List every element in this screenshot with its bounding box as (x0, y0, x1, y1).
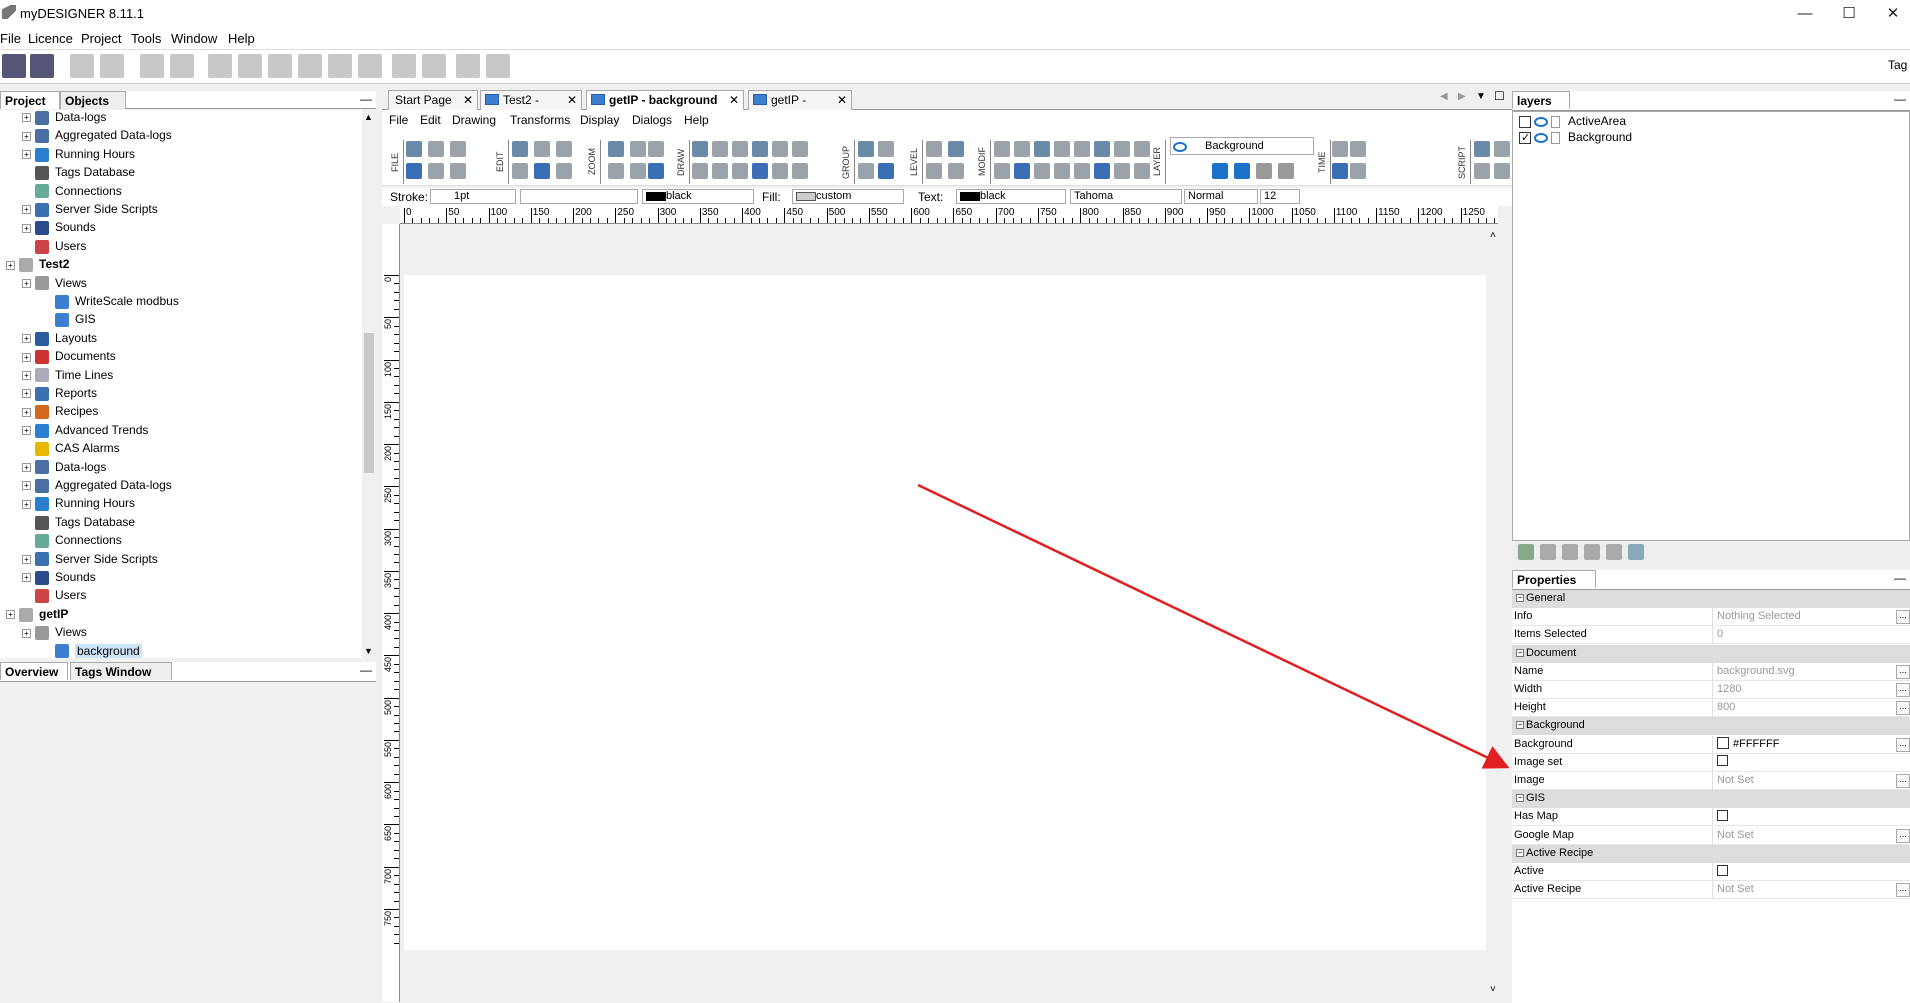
property-row: Width 1280... (1512, 681, 1910, 699)
layer-row[interactable]: ActiveArea (1519, 113, 1626, 129)
layers-panel-tabs: layers — (1512, 91, 1910, 111)
ellipsis-button[interactable]: ... (1896, 664, 1910, 679)
property-row: Info Nothing Selected... (1512, 608, 1910, 627)
collapse-icon[interactable]: − (1516, 648, 1524, 657)
add-layer-icon[interactable] (1518, 544, 1534, 560)
property-value[interactable]: Not Set (1712, 881, 1890, 900)
property-value-text: Not Set (1717, 774, 1754, 786)
layer-settings-icon[interactable] (1606, 544, 1622, 560)
property-key: Name (1514, 664, 1544, 677)
property-value-text: background.svg (1717, 664, 1795, 677)
collapse-icon[interactable]: − (1516, 794, 1524, 803)
property-key: Google Map (1514, 828, 1574, 841)
property-value[interactable] (1712, 808, 1890, 827)
property-row: Items Selected 0 (1512, 626, 1910, 645)
property-row: Background #FFFFFF... (1512, 735, 1910, 754)
property-key: Active Recipe (1514, 883, 1582, 896)
property-value-text: 0 (1717, 628, 1724, 641)
property-value[interactable]: background.svg (1712, 662, 1890, 681)
ellipsis-button[interactable]: ... (1896, 774, 1910, 788)
layers-minimize-button[interactable]: — (1894, 92, 1906, 106)
layer-properties-icon[interactable] (1628, 544, 1644, 560)
property-key: Image set (1514, 755, 1563, 768)
property-key: Background (1514, 737, 1573, 750)
property-checkbox[interactable] (1717, 755, 1728, 767)
property-row: Name background.svg... (1512, 662, 1910, 681)
section-title: GIS (1526, 792, 1545, 805)
layers-list: ActiveArea Background (1512, 111, 1910, 541)
property-value-text: 800 (1717, 701, 1736, 714)
property-value[interactable]: 1280 (1712, 681, 1890, 699)
lock-icon[interactable] (1551, 131, 1560, 144)
eye-icon[interactable] (1534, 116, 1548, 127)
property-row: Height 800... (1512, 699, 1910, 718)
properties-panel-tabs: Properties — (1512, 570, 1910, 590)
property-value[interactable]: Nothing Selected (1712, 608, 1890, 627)
property-section-header[interactable]: − GIS (1512, 790, 1910, 809)
property-value[interactable]: Not Set (1712, 826, 1890, 845)
properties-grid: − General Info Nothing Selected... Items Sel… (1512, 590, 1910, 1003)
property-row: Google Map Not Set... (1512, 826, 1910, 845)
tab-properties[interactable]: Properties (1512, 570, 1596, 588)
property-key: Info (1514, 610, 1533, 623)
layers-toolbar (1512, 541, 1910, 563)
property-row: Image set (1512, 753, 1910, 772)
ellipsis-button[interactable]: ... (1896, 683, 1910, 697)
lock-icon[interactable] (1551, 115, 1560, 128)
property-row: Active Recipe Not Set... (1512, 881, 1910, 900)
property-row: Has Map (1512, 808, 1910, 827)
property-row: Image Not Set... (1512, 772, 1910, 790)
property-section-header[interactable]: − General (1512, 590, 1910, 608)
property-key: Image (1514, 774, 1545, 786)
property-key: Has Map (1514, 810, 1559, 823)
move-layer-down-icon[interactable] (1584, 544, 1600, 560)
ellipsis-button[interactable]: ... (1896, 610, 1910, 625)
property-key: Width (1514, 683, 1543, 695)
layer-row[interactable]: Background (1519, 129, 1633, 146)
property-section-header[interactable]: − Active Recipe (1512, 844, 1910, 863)
property-key: Items Selected (1514, 628, 1587, 641)
property-value[interactable]: 800 (1712, 699, 1890, 718)
section-title: Active Recipe (1526, 846, 1594, 859)
property-key: Height (1514, 701, 1546, 714)
ellipsis-button[interactable]: ... (1896, 883, 1910, 898)
ellipsis-button[interactable]: ... (1896, 828, 1910, 843)
collapse-icon[interactable]: − (1516, 594, 1524, 603)
layer-visible-checkbox[interactable] (1519, 115, 1531, 128)
tab-layers[interactable]: layers (1512, 91, 1570, 109)
collapse-icon[interactable]: − (1516, 721, 1524, 730)
property-value[interactable] (1712, 753, 1890, 772)
property-value-text: Not Set (1717, 883, 1754, 896)
property-row: Active (1512, 863, 1910, 881)
property-value-text: Not Set (1717, 828, 1754, 841)
ellipsis-button[interactable]: ... (1896, 737, 1910, 752)
properties-minimize-button[interactable]: — (1894, 571, 1906, 585)
property-value-text: #FFFFFF (1733, 737, 1780, 750)
remove-layer-icon[interactable] (1540, 544, 1556, 560)
property-value-text: Nothing Selected (1717, 610, 1801, 623)
property-value[interactable] (1712, 863, 1890, 881)
ellipsis-button[interactable]: ... (1896, 701, 1910, 716)
collapse-icon[interactable]: − (1516, 848, 1524, 857)
app-window: myDESIGNER 8.11.1 — ☐ ✕ File Licence Pro… (0, 0, 1910, 1003)
property-checkbox[interactable] (1717, 809, 1728, 821)
eye-icon[interactable] (1534, 132, 1548, 143)
property-value[interactable]: Not Set (1712, 772, 1890, 790)
property-checkbox[interactable] (1717, 864, 1728, 876)
property-section-header[interactable]: − Background (1512, 717, 1910, 736)
property-value[interactable]: #FFFFFF (1712, 735, 1890, 754)
property-section-header[interactable]: − Document (1512, 644, 1910, 663)
layer-name: ActiveArea (1568, 114, 1627, 128)
section-title: Document (1526, 646, 1577, 659)
layer-visible-checkbox[interactable] (1519, 130, 1531, 146)
move-layer-up-icon[interactable] (1562, 544, 1578, 560)
layer-name: Background (1568, 130, 1633, 144)
section-title: General (1526, 592, 1566, 604)
section-title: Background (1526, 719, 1585, 732)
color-swatch[interactable] (1717, 736, 1729, 749)
property-key: Active (1514, 865, 1544, 877)
property-value-text: 1280 (1717, 683, 1742, 695)
property-value[interactable]: 0 (1712, 626, 1890, 645)
